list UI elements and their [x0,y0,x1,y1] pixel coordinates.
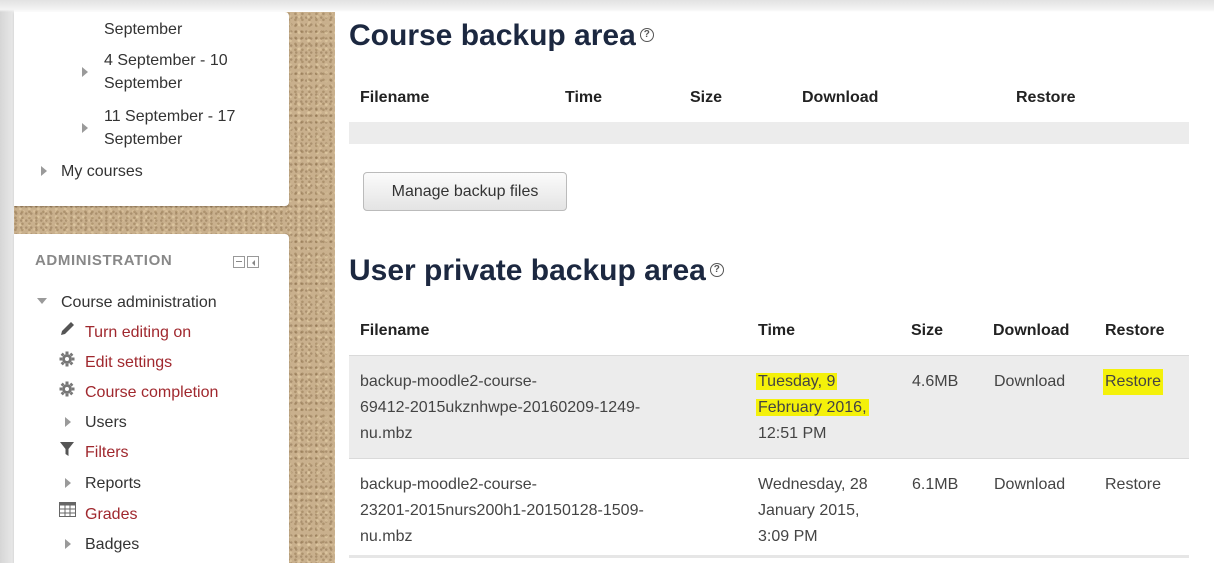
reports-item[interactable]: Reports [85,472,141,495]
course-completion-link[interactable]: Course completion [85,381,218,404]
gear-icon [59,381,75,397]
nav-item-my-courses[interactable]: My courses [61,160,143,183]
nav-item-september[interactable]: September [104,18,182,41]
collapse-icon[interactable] [37,298,47,304]
column-header-size: Size [911,322,944,339]
expand-icon[interactable] [82,67,88,77]
block-title: ADMINISTRATION [35,252,173,269]
column-header-filename: Filename [360,322,430,339]
download-link[interactable]: Download [994,369,1065,395]
filters-link[interactable]: Filters [85,441,129,464]
triangle-right-icon[interactable] [65,478,71,488]
column-header-download: Download [993,322,1070,339]
filename-cell: backup-moodle2-course- 23201-2015nurs200… [360,476,644,545]
window-edge [0,0,14,563]
dock-icon[interactable] [247,256,259,268]
badges-item[interactable]: Badges [85,533,139,556]
course-administration[interactable]: Course administration [61,291,217,314]
gear-icon [59,351,75,367]
column-header-size: Size [690,89,723,106]
column-header-download: Download [802,89,879,106]
help-icon[interactable]: ? [709,263,724,278]
pencil-icon [61,322,74,335]
empty-table-row [349,122,1189,144]
help-icon[interactable]: ? [639,28,654,43]
turn-editing-on-link[interactable]: Turn editing on [85,321,191,344]
triangle-right-icon[interactable] [65,539,71,549]
size-cell: 4.6MB [912,373,959,390]
column-header-filename: Filename [360,89,430,106]
filter-icon [60,442,74,456]
users-item[interactable]: Users [85,411,127,434]
expand-icon[interactable] [41,166,47,176]
window-top-shadow [0,0,1214,12]
table-icon [59,502,76,517]
grades-link[interactable]: Grades [85,503,137,526]
time-cell: Tuesday, 9 February 2016, 12:51 PM [756,373,869,442]
column-header-time: Time [758,322,796,339]
manage-backup-files-button[interactable]: Manage backup files [363,172,567,211]
nav-item-week-4-10[interactable]: 4 September - 10 September [104,49,228,95]
triangle-right-icon[interactable] [65,417,71,427]
column-header-restore: Restore [1105,322,1165,339]
block-controls [233,256,259,268]
restore-link[interactable]: Restore [1105,472,1161,498]
restore-link[interactable]: Restore [1103,369,1164,395]
edit-settings-link[interactable]: Edit settings [85,351,172,374]
expand-icon[interactable] [82,123,88,133]
minimize-icon[interactable] [233,256,245,268]
nav-item-week-11-17[interactable]: 11 September - 17 September [104,105,235,151]
column-header-time: Time [565,89,603,106]
filename-cell: backup-moodle2-course- 69412-2015ukznhwp… [360,373,641,442]
download-link[interactable]: Download [994,472,1065,498]
divider [349,458,1189,459]
size-cell: 6.1MB [912,476,959,493]
user-backup-heading: User private backup area? [349,253,724,289]
time-cell: Wednesday, 28 January 2015, 3:09 PM [758,476,868,545]
course-backup-heading: Course backup area? [349,18,654,54]
column-header-restore: Restore [1016,89,1076,106]
divider [349,555,1189,558]
